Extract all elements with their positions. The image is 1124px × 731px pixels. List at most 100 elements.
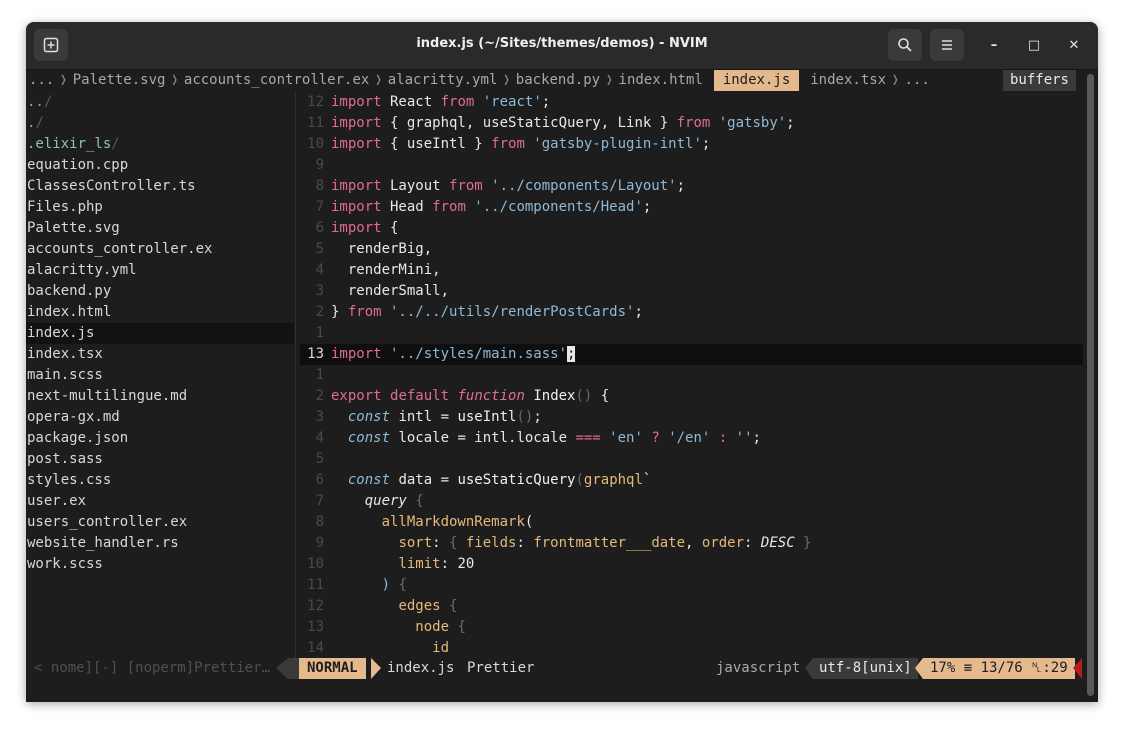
- tree-item[interactable]: work.scss: [26, 554, 294, 575]
- tree-item[interactable]: equation.cpp: [26, 155, 294, 176]
- line-number: 10: [307, 556, 324, 572]
- code-token: {: [406, 493, 424, 509]
- tree-item[interactable]: website_handler.rs: [26, 533, 294, 554]
- buffer-tab[interactable]: ...: [902, 70, 933, 91]
- tab-separator-icon: ❭: [170, 72, 179, 88]
- code-line[interactable]: 11 import { graphql, useStaticQuery, Link…: [300, 113, 1083, 134]
- close-button[interactable]: ✕: [1064, 35, 1084, 55]
- code-line[interactable]: 7 query {: [300, 491, 1083, 512]
- code-token: ;: [752, 430, 761, 446]
- tree-item[interactable]: ./: [26, 113, 294, 134]
- code-line[interactable]: 12 edges {: [300, 596, 1083, 617]
- code-token: useIntl: [457, 409, 517, 425]
- tree-item[interactable]: package.json: [26, 428, 294, 449]
- code-line[interactable]: 5: [300, 449, 1083, 470]
- code-line[interactable]: 9: [300, 155, 1083, 176]
- tree-item[interactable]: .elixir_ls/: [26, 134, 294, 155]
- code-line[interactable]: 5 renderBig,: [300, 239, 1083, 260]
- code-line[interactable]: 2} from '../../utils/renderPostCards';: [300, 302, 1083, 323]
- code-token: 'gatsby-plugin-intl': [524, 136, 702, 152]
- tree-item[interactable]: ../: [26, 92, 294, 113]
- line-number: 4: [315, 430, 324, 446]
- code-line[interactable]: 6 import {: [300, 218, 1083, 239]
- tree-item[interactable]: index.html: [26, 302, 294, 323]
- buffer-tab[interactable]: Palette.svg: [70, 70, 169, 91]
- code-token: const: [347, 430, 391, 446]
- dir-slash: /: [43, 94, 53, 110]
- tree-item-label: main.scss: [27, 367, 103, 383]
- code-line[interactable]: 8 import Layout from '../components/Layou…: [300, 176, 1083, 197]
- code-line[interactable]: 10 import { useIntl } from 'gatsby-plugin…: [300, 134, 1083, 155]
- code-line[interactable]: 12 import React from 'react';: [300, 92, 1083, 113]
- code-token: renderBig,: [331, 241, 433, 257]
- code-line[interactable]: 1: [300, 323, 1083, 344]
- scrollbar[interactable]: [1087, 74, 1094, 696]
- tree-item[interactable]: opera-gx.md: [26, 407, 294, 428]
- code-line[interactable]: 3 const intl = useIntl();: [300, 407, 1083, 428]
- tree-item[interactable]: styles.css: [26, 470, 294, 491]
- buffer-tab[interactable]: alacritty.yml: [385, 70, 501, 91]
- code-line[interactable]: 14 id: [300, 638, 1083, 659]
- buffer-tab[interactable]: index.html: [616, 70, 706, 91]
- status-left-inactive: < nome][-] [noperm]Prettier…: [34, 660, 271, 676]
- code-line-current[interactable]: 13 import '../styles/main.sass';: [300, 344, 1083, 365]
- line-number: 13: [307, 619, 324, 635]
- tree-item[interactable]: next-multilingue.md: [26, 386, 294, 407]
- buffer-tab[interactable]: ...: [26, 70, 57, 91]
- minimize-button[interactable]: –: [984, 35, 1004, 55]
- tree-item[interactable]: ClassesController.ts: [26, 176, 294, 197]
- code-line[interactable]: 2 export default function Index() {: [300, 386, 1083, 407]
- code-line[interactable]: 1: [300, 365, 1083, 386]
- buffer-tab[interactable]: index.tsx: [807, 70, 889, 91]
- buffer-tab-active[interactable]: index.js: [713, 70, 800, 91]
- tree-item[interactable]: backend.py: [26, 281, 294, 302]
- code-token: }: [331, 304, 348, 320]
- code-token: from: [491, 136, 525, 152]
- scrollbar-thumb[interactable]: [1087, 74, 1094, 696]
- tree-item[interactable]: Palette.svg: [26, 218, 294, 239]
- code-line[interactable]: 10 limit: 20: [300, 554, 1083, 575]
- menu-button[interactable]: [930, 29, 964, 61]
- tree-item-label: Files.php: [27, 199, 103, 215]
- tree-item-label: index.js: [27, 325, 95, 341]
- code-token: {: [398, 577, 407, 593]
- code-token: :: [744, 535, 761, 551]
- tree-item[interactable]: post.sass: [26, 449, 294, 470]
- tree-item[interactable]: Files.php: [26, 197, 294, 218]
- line-number: 14: [307, 640, 324, 656]
- code-line[interactable]: 4 renderMini,: [300, 260, 1083, 281]
- code-line[interactable]: 9 sort: { fields: frontmatter___date, or…: [300, 533, 1083, 554]
- code-line[interactable]: 6 const data = useStaticQuery(graphql`: [300, 470, 1083, 491]
- search-button[interactable]: [888, 29, 922, 61]
- code-line[interactable]: 4 const locale = intl.locale === 'en' ? …: [300, 428, 1083, 449]
- tree-item[interactable]: accounts_controller.ex: [26, 239, 294, 260]
- buffer-tab[interactable]: backend.py: [513, 70, 603, 91]
- code-line[interactable]: 13 node {: [300, 617, 1083, 638]
- code-token: useStaticQuery: [457, 472, 576, 488]
- maximize-button[interactable]: □: [1024, 35, 1044, 55]
- line-number: 12: [307, 598, 324, 614]
- tree-item[interactable]: alacritty.yml: [26, 260, 294, 281]
- code-line[interactable]: 7 import Head from '../components/Head';: [300, 197, 1083, 218]
- code-line[interactable]: 11 ) {: [300, 575, 1083, 596]
- buffer-tab[interactable]: accounts_controller.ex: [181, 70, 372, 91]
- code-token: {: [592, 388, 610, 404]
- tree-item[interactable]: index.js: [26, 323, 294, 344]
- line-number: 8: [315, 178, 324, 194]
- code-editor[interactable]: 12 import React from 'react'; 11 import { g…: [300, 92, 1083, 660]
- line-number: 6: [315, 220, 324, 236]
- code-token: (: [524, 514, 534, 530]
- tree-item[interactable]: users_controller.ex: [26, 512, 294, 533]
- code-token: '/en': [668, 430, 711, 446]
- tree-item[interactable]: main.scss: [26, 365, 294, 386]
- code-line[interactable]: 8 allMarkdownRemark(: [300, 512, 1083, 533]
- status-filetype: javascript: [716, 660, 801, 676]
- code-token: import: [331, 220, 382, 236]
- line-number: 5: [315, 241, 324, 257]
- code-token: export: [331, 388, 382, 404]
- tree-item[interactable]: index.tsx: [26, 344, 294, 365]
- code-line[interactable]: 3 renderSmall,: [300, 281, 1083, 302]
- code-token: renderSmall,: [331, 283, 450, 299]
- tree-item[interactable]: user.ex: [26, 491, 294, 512]
